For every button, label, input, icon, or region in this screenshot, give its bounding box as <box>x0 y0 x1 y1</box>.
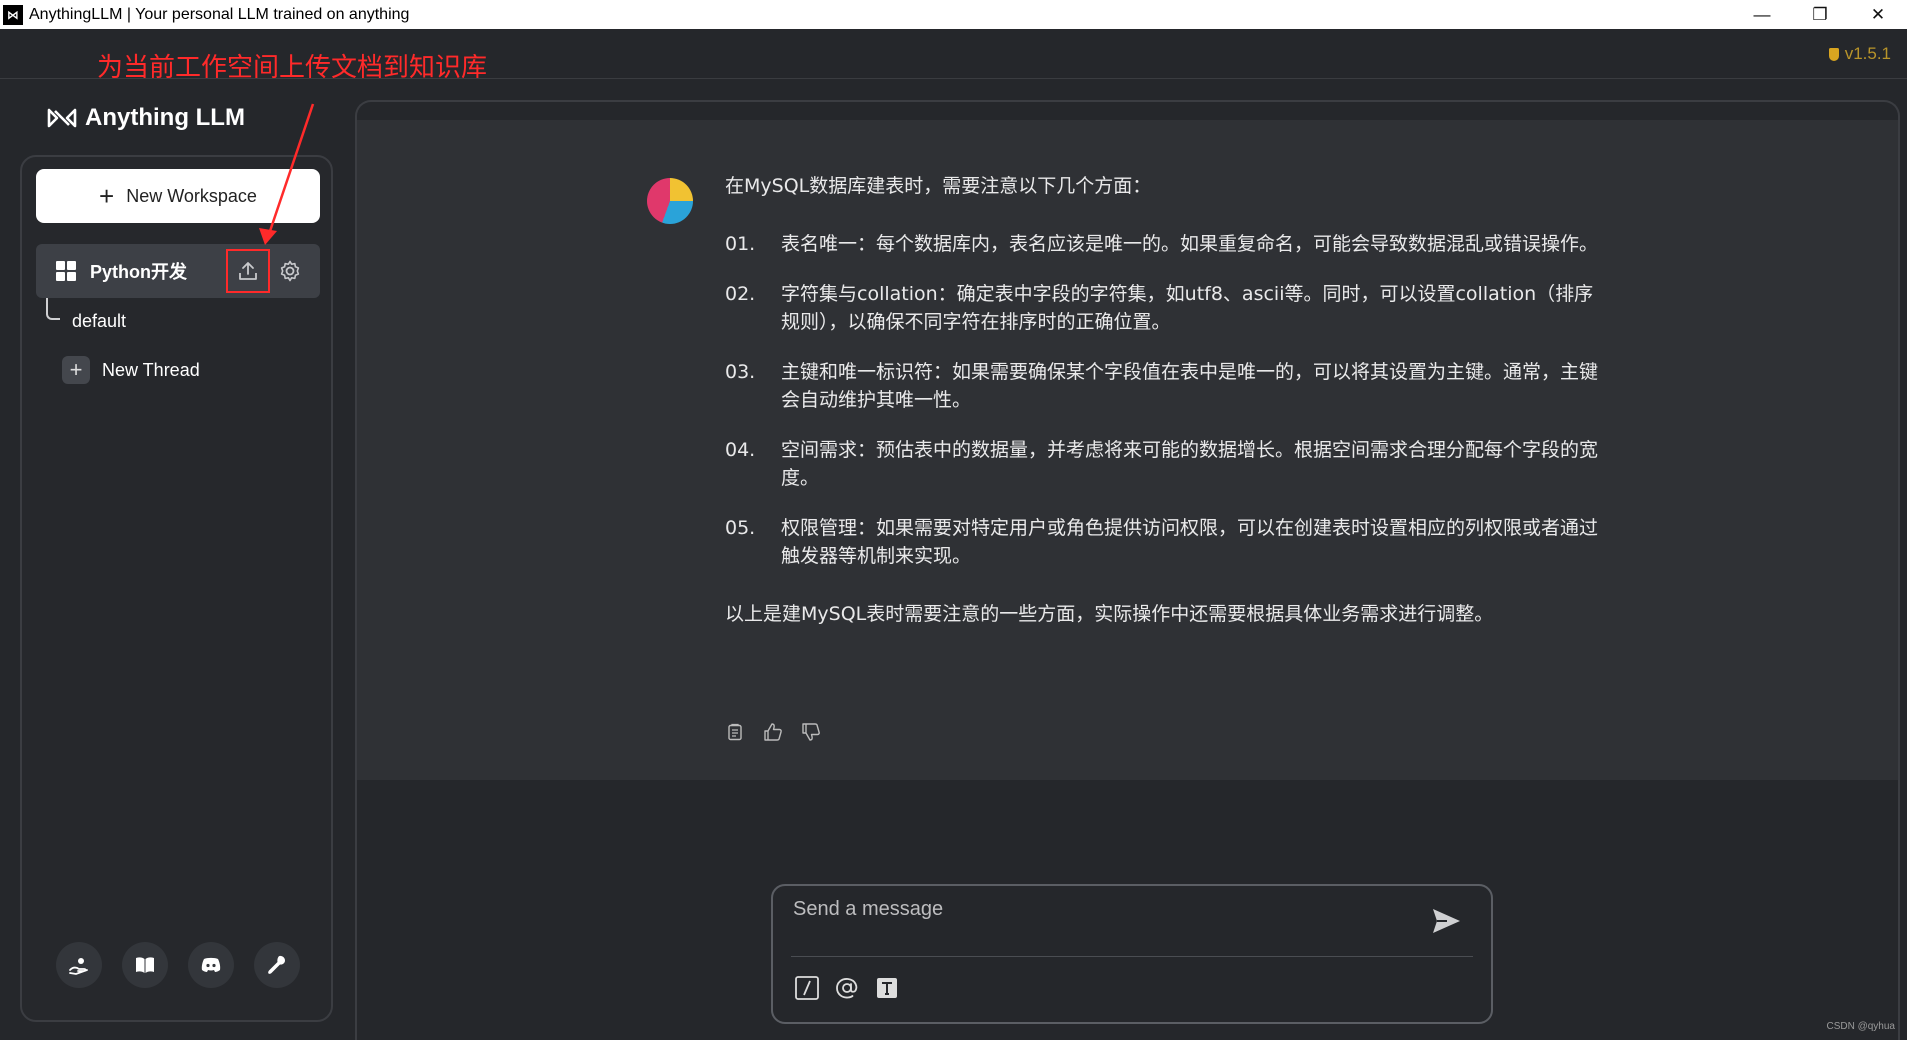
support-icon[interactable] <box>56 942 102 988</box>
app-logo-icon: ⋈ <box>3 4 23 25</box>
window-titlebar: ⋈ AnythingLLM | Your personal LLM traine… <box>0 0 1907 29</box>
message-outro: 以上是建MySQL表时需要注意的一些方面，实际操作中还需要根据具体业务需求进行调… <box>725 603 1494 625</box>
message-input[interactable] <box>793 898 1393 938</box>
list-item-text: 权限管理：如果需要对特定用户或角色提供访问权限，可以在创建表时设置相应的列权限或… <box>781 517 1599 567</box>
list-item-text: 空间需求：预估表中的数据量，并考虑将来可能的数据增长。根据空间需求合理分配每个字… <box>781 439 1599 489</box>
workspace-name: Python开发 <box>90 262 187 282</box>
close-button[interactable]: ✕ <box>1849 0 1907 29</box>
settings-wrench-icon[interactable] <box>254 942 300 988</box>
gear-icon <box>280 260 300 282</box>
thread-item-default[interactable]: default <box>72 311 126 332</box>
text-size-icon[interactable] <box>873 974 901 1002</box>
brand-name: Anything LLM <box>85 104 245 131</box>
thread-connector <box>46 298 60 320</box>
annotation-arrow <box>259 103 315 245</box>
window-title: AnythingLLM | Your personal LLM trained … <box>29 5 410 23</box>
assistant-avatar <box>647 178 693 224</box>
list-item-number: 04. <box>725 439 756 461</box>
window-controls: — ❐ ✕ <box>1733 0 1907 29</box>
sidebar-footer <box>56 942 300 988</box>
anythingllm-logo-icon <box>47 108 77 128</box>
new-thread-label: New Thread <box>102 359 200 380</box>
assistant-message: 在MySQL数据库建表时，需要注意以下几个方面： 01. 表名唯一：每个数据库内，… <box>357 120 1898 780</box>
input-toolbar <box>793 974 901 1002</box>
plus-icon: + <box>99 181 115 211</box>
plus-icon: + <box>62 356 90 384</box>
list-item: 04. 空间需求：预估表中的数据量，并考虑将来可能的数据增长。根据空间需求合理分配… <box>725 436 1605 492</box>
list-item: 02. 字符集与collation：确定表中字段的字符集，如utf8、ascii等… <box>725 280 1605 336</box>
input-divider <box>791 956 1473 957</box>
list-item-text: 字符集与collation：确定表中字段的字符集，如utf8、ascii等。同时… <box>781 283 1594 333</box>
sidebar: + New Workspace Python开发 default + New T… <box>20 155 333 1022</box>
thumbs-down-icon[interactable] <box>801 722 821 742</box>
list-item-text: 主键和唯一标识符：如果需要确保某个字段值在表中是唯一的，可以将其设置为主键。通常… <box>781 361 1599 411</box>
upload-icon <box>239 262 257 280</box>
new-thread-button[interactable]: + New Thread <box>62 356 200 384</box>
workspace-settings-button[interactable] <box>276 257 304 285</box>
list-item: 01. 表名唯一：每个数据库内，表名应该是唯一的。如果重复命名，可能会导致数据混乱… <box>725 230 1605 258</box>
list-item: 05. 权限管理：如果需要对特定用户或角色提供访问权限，可以在创建表时设置相应的列… <box>725 514 1605 570</box>
send-icon[interactable] <box>1429 904 1463 938</box>
shield-icon <box>1828 47 1839 61</box>
slash-command-icon[interactable] <box>793 974 821 1002</box>
list-item: 03. 主键和唯一标识符：如果需要确保某个字段值在表中是唯一的，可以将其设置为主键… <box>725 358 1605 414</box>
message-intro: 在MySQL数据库建表时，需要注意以下几个方面： <box>725 175 1152 197</box>
message-content: 在MySQL数据库建表时，需要注意以下几个方面： 01. 表名唯一：每个数据库内，… <box>725 172 1605 628</box>
docs-book-icon[interactable] <box>122 942 168 988</box>
workspace-grid-icon <box>56 261 76 281</box>
list-item-number: 05. <box>725 517 756 539</box>
message-actions <box>725 722 821 742</box>
copy-icon[interactable] <box>725 722 745 742</box>
brand-logo: Anything LLM <box>47 104 245 132</box>
message-input-box <box>771 884 1493 1024</box>
chat-panel: 在MySQL数据库建表时，需要注意以下几个方面： 01. 表名唯一：每个数据库内，… <box>355 100 1900 1040</box>
restore-button[interactable]: ❐ <box>1791 0 1849 29</box>
discord-icon[interactable] <box>188 942 234 988</box>
version-label: v1.5.1 <box>1844 44 1891 63</box>
list-item-number: 01. <box>725 233 756 255</box>
watermark: CSDN @qyhua <box>1826 1021 1895 1032</box>
list-item-text: 表名唯一：每个数据库内，表名应该是唯一的。如果重复命名，可能会导致数据混乱或错误… <box>781 233 1599 255</box>
minimize-button[interactable]: — <box>1733 0 1791 29</box>
version-badge: v1.5.1 <box>1828 44 1891 64</box>
list-item-number: 02. <box>725 283 756 305</box>
new-workspace-label: New Workspace <box>126 185 257 206</box>
top-divider <box>0 78 1907 79</box>
workspace-item[interactable]: Python开发 <box>36 244 320 298</box>
list-item-number: 03. <box>725 361 756 383</box>
message-list: 01. 表名唯一：每个数据库内，表名应该是唯一的。如果重复命名，可能会导致数据混乱… <box>725 230 1605 570</box>
thumbs-up-icon[interactable] <box>763 722 783 742</box>
upload-document-button[interactable] <box>226 249 270 293</box>
at-mention-icon[interactable] <box>833 974 861 1002</box>
